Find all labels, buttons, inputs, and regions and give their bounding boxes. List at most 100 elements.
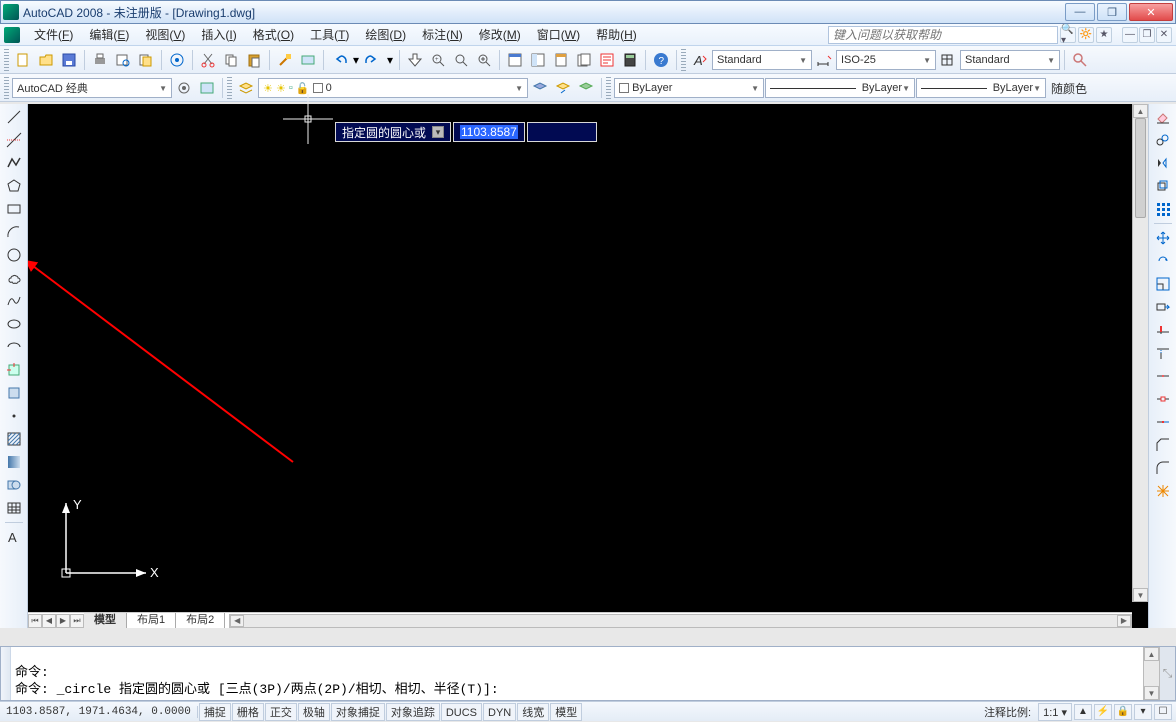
region-icon[interactable] xyxy=(3,474,25,496)
menu-绘图[interactable]: 绘图(D) xyxy=(357,24,414,45)
favorites-icon[interactable]: ★ xyxy=(1096,27,1112,43)
pan-icon[interactable] xyxy=(404,49,426,71)
move-icon[interactable] xyxy=(1152,227,1174,249)
status-toggle-极轴[interactable]: 极轴 xyxy=(298,703,330,721)
rotate-icon[interactable] xyxy=(1152,250,1174,272)
prompt-dropdown-icon[interactable]: ▾ xyxy=(432,126,444,138)
status-toggle-对象追踪[interactable]: 对象追踪 xyxy=(386,703,440,721)
undo-icon[interactable] xyxy=(328,49,350,71)
fillet-icon[interactable] xyxy=(1152,457,1174,479)
redo-dropdown-icon[interactable]: ▾ xyxy=(385,49,395,71)
zoom-window-icon[interactable] xyxy=(450,49,472,71)
menu-工具[interactable]: 工具(T) xyxy=(302,24,357,45)
scale-icon[interactable] xyxy=(1152,273,1174,295)
vp-lock-icon[interactable]: 🔒 xyxy=(1114,704,1132,720)
scroll-up-icon[interactable]: ▲ xyxy=(1133,104,1148,118)
cut-icon[interactable] xyxy=(197,49,219,71)
dim-style-combo[interactable]: ISO-25▼ xyxy=(836,50,936,70)
help-search-input[interactable] xyxy=(828,26,1058,44)
tool-palettes-icon[interactable] xyxy=(550,49,572,71)
doc-restore-button[interactable]: ❐ xyxy=(1139,27,1155,43)
status-toggle-正交[interactable]: 正交 xyxy=(265,703,297,721)
mtext-icon[interactable]: A xyxy=(3,526,25,548)
menu-帮助[interactable]: 帮助(H) xyxy=(588,24,645,45)
status-toggle-线宽[interactable]: 线宽 xyxy=(517,703,549,721)
tab-last-icon[interactable]: ⏭ xyxy=(70,614,84,628)
tab-layout1[interactable]: 布局1 xyxy=(127,613,176,628)
workspace-combo[interactable]: AutoCAD 经典▼ xyxy=(12,78,172,98)
ellipse-arc-icon[interactable] xyxy=(3,336,25,358)
tab-prev-icon[interactable]: ◀ xyxy=(42,614,56,628)
layer-states-icon[interactable] xyxy=(529,77,551,99)
menu-格式[interactable]: 格式(O) xyxy=(245,24,302,45)
3ddwf-icon[interactable] xyxy=(166,49,188,71)
extend-icon[interactable] xyxy=(1152,342,1174,364)
chamfer-icon[interactable] xyxy=(1152,434,1174,456)
design-center-icon[interactable] xyxy=(527,49,549,71)
zoom-prev-icon[interactable] xyxy=(473,49,495,71)
horizontal-scrollbar[interactable]: ◀ ▶ xyxy=(229,614,1132,628)
doc-close-button[interactable]: ✕ xyxy=(1156,27,1172,43)
help-icon[interactable]: ? xyxy=(650,49,672,71)
table-icon[interactable] xyxy=(3,497,25,519)
new-icon[interactable] xyxy=(12,49,34,71)
redo-icon[interactable] xyxy=(362,49,384,71)
spline-icon[interactable] xyxy=(3,290,25,312)
toolbar-grip[interactable] xyxy=(4,77,9,99)
text-style-combo[interactable]: Standard▼ xyxy=(712,50,812,70)
linetype-combo[interactable]: ByLayer▼ xyxy=(765,78,915,98)
print-icon[interactable] xyxy=(89,49,111,71)
quickcalc-icon[interactable] xyxy=(619,49,641,71)
status-toggle-DYN[interactable]: DYN xyxy=(483,703,516,721)
match-prop-icon[interactable] xyxy=(274,49,296,71)
status-toggle-对象捕捉[interactable]: 对象捕捉 xyxy=(331,703,385,721)
command-resize-icon[interactable]: ⤡ xyxy=(1159,647,1175,700)
publish-icon[interactable] xyxy=(135,49,157,71)
break-icon[interactable] xyxy=(1152,388,1174,410)
status-toggle-捕捉[interactable]: 捕捉 xyxy=(199,703,231,721)
doc-minimize-button[interactable]: — xyxy=(1122,27,1138,43)
offset-icon[interactable] xyxy=(1152,175,1174,197)
scroll-right-icon[interactable]: ▶ xyxy=(1117,615,1131,627)
open-icon[interactable] xyxy=(35,49,57,71)
polyline-icon[interactable] xyxy=(3,152,25,174)
text-style-icon[interactable]: A xyxy=(689,49,711,71)
circle-icon[interactable] xyxy=(3,244,25,266)
menu-编辑[interactable]: 编辑(E) xyxy=(81,24,137,45)
stretch-icon[interactable] xyxy=(1152,296,1174,318)
layer-match-icon[interactable] xyxy=(575,77,597,99)
status-toggle-模型[interactable]: 模型 xyxy=(550,703,582,721)
toolbar-grip[interactable] xyxy=(227,77,232,99)
revcloud-icon[interactable] xyxy=(3,267,25,289)
menu-插入[interactable]: 插入(I) xyxy=(193,24,244,45)
tab-layout2[interactable]: 布局2 xyxy=(176,613,225,628)
menu-修改[interactable]: 修改(M) xyxy=(471,24,529,45)
rectangle-icon[interactable] xyxy=(3,198,25,220)
copy-clip-icon[interactable] xyxy=(220,49,242,71)
array-icon[interactable] xyxy=(1152,198,1174,220)
vertical-scrollbar[interactable]: ▲ ▼ xyxy=(1132,104,1148,602)
join-icon[interactable] xyxy=(1152,411,1174,433)
plot-preview-icon[interactable] xyxy=(112,49,134,71)
toolbar-grip[interactable] xyxy=(606,77,611,99)
menu-窗口[interactable]: 窗口(W) xyxy=(529,24,588,45)
erase-icon[interactable] xyxy=(1152,106,1174,128)
ellipse-icon[interactable] xyxy=(3,313,25,335)
make-block-icon[interactable] xyxy=(3,382,25,404)
tab-next-icon[interactable]: ▶ xyxy=(56,614,70,628)
layer-manager-icon[interactable] xyxy=(235,77,257,99)
copy-icon[interactable] xyxy=(1152,129,1174,151)
comm-center-icon[interactable]: 🔆 xyxy=(1078,27,1094,43)
arc-icon[interactable] xyxy=(3,221,25,243)
zoom-rt-icon[interactable]: + xyxy=(427,49,449,71)
anno-autoscale-icon[interactable]: ⚡ xyxy=(1094,704,1112,720)
anno-scale-combo[interactable]: 1:1 ▾ xyxy=(1038,703,1072,721)
close-button[interactable]: ✕ xyxy=(1129,3,1173,21)
table-style-combo[interactable]: Standard▼ xyxy=(960,50,1060,70)
search-icon[interactable] xyxy=(1069,49,1091,71)
mirror-icon[interactable] xyxy=(1152,152,1174,174)
scroll-down-icon[interactable]: ▼ xyxy=(1144,686,1159,700)
menu-文件[interactable]: 文件(F) xyxy=(26,24,81,45)
break-at-point-icon[interactable] xyxy=(1152,365,1174,387)
scrollbar-thumb[interactable] xyxy=(1135,118,1146,218)
